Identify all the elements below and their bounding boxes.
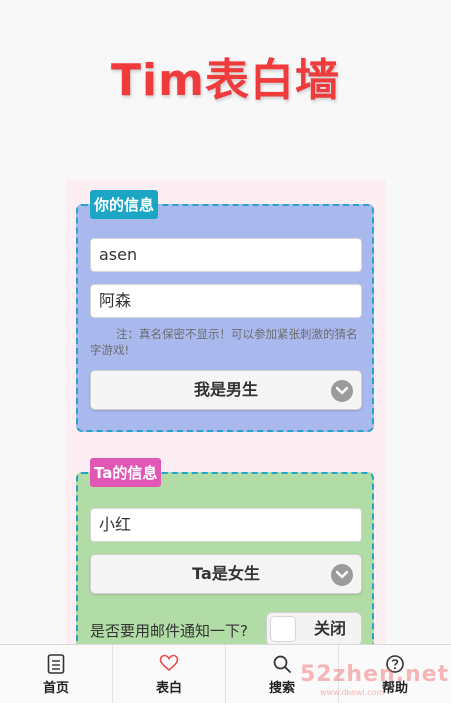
- ta-name-input[interactable]: 小红: [90, 508, 362, 542]
- your-gender-value: 我是男生: [193, 380, 258, 399]
- toggle-knob: [270, 616, 296, 642]
- tab-confess-label: 表白: [155, 681, 182, 696]
- your-name-input[interactable]: asen: [90, 238, 362, 272]
- ta-gender-value: Ta是女生: [192, 564, 260, 583]
- chevron-down-icon: [331, 380, 353, 402]
- your-info-tag: 你的信息: [90, 190, 159, 219]
- watermark: 52zhen.net: [300, 662, 450, 687]
- email-notify-label: 是否要用邮件通知一下?: [90, 622, 248, 640]
- document-icon: [47, 654, 65, 678]
- ta-info-tag: Ta的信息: [90, 458, 162, 487]
- app-title: Tim表白墙: [111, 55, 340, 106]
- tab-home[interactable]: 首页: [0, 645, 113, 703]
- ta-info-card: Ta的信息 小红 Ta是女生 是否要用邮件通知一下? 关闭: [76, 458, 374, 662]
- chevron-down-icon: [331, 564, 353, 586]
- watermark-url: www.dkewl.com: [320, 688, 385, 697]
- your-gender-select[interactable]: 我是男生: [90, 370, 362, 410]
- search-icon: [272, 654, 292, 678]
- ta-gender-select[interactable]: Ta是女生: [90, 554, 362, 594]
- tab-home-label: 首页: [42, 681, 69, 696]
- your-info-card: 你的信息 asen 阿森 注：真名保密不显示！可以参加紧张刺激的猜名字游戏! 我…: [76, 190, 374, 432]
- email-notify-toggle[interactable]: 关闭: [266, 612, 362, 646]
- heart-icon: [159, 654, 179, 676]
- toggle-state: 关闭: [313, 619, 346, 638]
- tab-confess[interactable]: 表白: [113, 645, 226, 703]
- your-real-name-input[interactable]: 阿森: [90, 284, 362, 318]
- privacy-note: 注：真名保密不显示！可以参加紧张刺激的猜名字游戏!: [90, 327, 358, 357]
